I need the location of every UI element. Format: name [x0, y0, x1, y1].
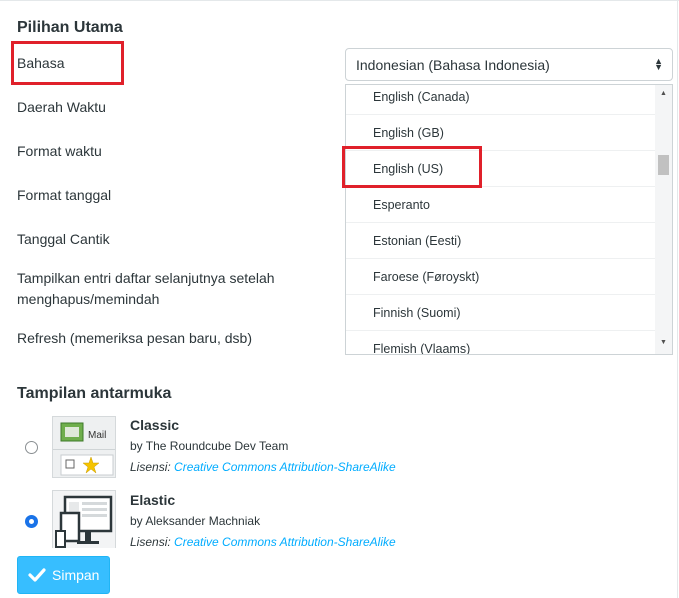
skin-name-classic: Classic: [130, 417, 180, 433]
highlight-language-label: [11, 41, 124, 85]
language-option[interactable]: Esperanto: [346, 187, 656, 223]
dropdown-scrollbar[interactable]: ▲ ▼: [655, 85, 672, 354]
language-option[interactable]: Flemish (Vlaams): [346, 331, 656, 354]
scroll-up-arrow-icon[interactable]: ▲: [660, 90, 667, 97]
scrollbar-thumb[interactable]: [658, 155, 669, 175]
language-option[interactable]: Faroese (Føroyskt): [346, 259, 656, 295]
section-title-main: Pilihan Utama: [17, 19, 123, 36]
language-option[interactable]: Finnish (Suomi): [346, 295, 656, 331]
language-option[interactable]: English (Canada): [346, 85, 656, 115]
highlight-english-us: [342, 146, 482, 188]
license-prefix: Lisensi:: [130, 535, 171, 549]
license-link-classic[interactable]: Creative Commons Attribution-ShareAlike: [174, 460, 396, 474]
license-link-elastic[interactable]: Creative Commons Attribution-ShareAlike: [174, 535, 396, 549]
skin-license-elastic: Lisensi: Creative Commons Attribution-Sh…: [130, 535, 396, 549]
save-button[interactable]: Simpan: [17, 556, 110, 594]
label-refresh: Refresh (memeriksa pesan baru, dsb): [17, 330, 252, 346]
elastic-preview-icon: [53, 491, 115, 548]
label-show-next: Tampilkan entri daftar selanjutnya setel…: [17, 270, 275, 307]
section-title-interface: Tampilan antarmuka: [17, 385, 172, 402]
skin-thumbnail-classic: Mail: [52, 416, 116, 478]
label-time-format: Format waktu: [17, 143, 102, 159]
language-dropdown-list[interactable]: English (Canada) English (GB) English (U…: [345, 84, 673, 355]
classic-preview-icon: Mail: [53, 417, 115, 477]
classic-thumb-text: Mail: [88, 430, 106, 441]
scroll-down-arrow-icon[interactable]: ▼: [660, 339, 667, 346]
skin-author-classic: by The Roundcube Dev Team: [130, 439, 289, 453]
skin-author-elastic: by Aleksander Machniak: [130, 514, 261, 528]
checkmark-icon: [28, 568, 46, 582]
label-date-format: Format tanggal: [17, 187, 112, 203]
frame-top-border: [0, 0, 679, 1]
frame-right-border: [677, 0, 678, 598]
skin-name-elastic: Elastic: [130, 492, 176, 508]
language-select-value: Indonesian (Bahasa Indonesia): [356, 57, 550, 73]
skin-thumbnail-elastic: [52, 490, 116, 548]
label-timezone: Daerah Waktu: [17, 99, 106, 115]
language-option[interactable]: Estonian (Eesti): [346, 223, 656, 259]
select-caret-icon: ▲ ▼: [654, 56, 663, 72]
skin-radio-elastic[interactable]: [25, 515, 38, 528]
language-select[interactable]: Indonesian (Bahasa Indonesia) ▲ ▼: [345, 48, 673, 81]
skin-radio-classic[interactable]: [25, 441, 38, 454]
label-pretty-date: Tanggal Cantik: [17, 231, 110, 247]
save-button-label: Simpan: [52, 567, 100, 583]
skin-license-classic: Lisensi: Creative Commons Attribution-Sh…: [130, 460, 396, 474]
license-prefix: Lisensi:: [130, 460, 171, 474]
